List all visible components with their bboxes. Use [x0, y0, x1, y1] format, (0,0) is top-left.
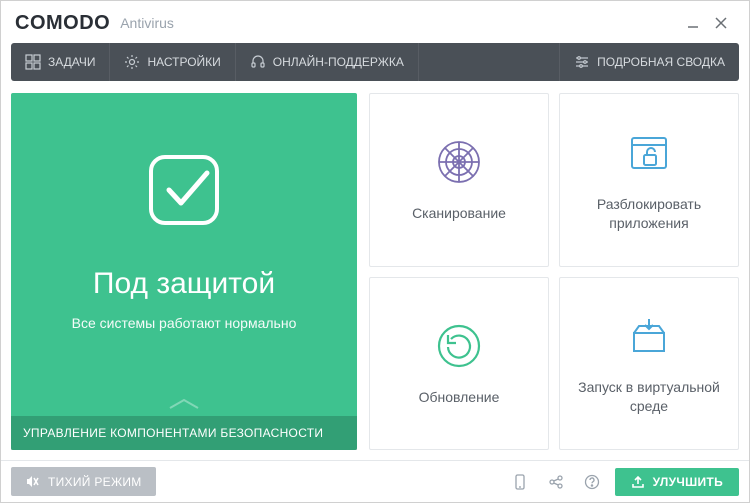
tile-unblock[interactable]: Разблокировать приложения — [559, 93, 739, 267]
main-toolbar: ЗАДАЧИ НАСТРОЙКИ ОНЛАЙН-ПОДДЕРЖКА ПОДРОБ… — [11, 43, 739, 81]
toolbar-settings-label: НАСТРОЙКИ — [147, 55, 220, 69]
main-content: Под защитой Все системы работают нормаль… — [1, 81, 749, 460]
manage-security-button[interactable]: УПРАВЛЕНИЕ КОМПОНЕНТАМИ БЕЗОПАСНОСТИ — [11, 416, 357, 450]
toolbar-summary[interactable]: ПОДРОБНАЯ СВОДКА — [559, 43, 739, 81]
help-icon[interactable] — [579, 469, 605, 495]
tasks-icon — [25, 54, 41, 70]
mute-icon — [25, 474, 40, 489]
manage-security-label: УПРАВЛЕНИЕ КОМПОНЕНТАМИ БЕЗОПАСНОСТИ — [23, 426, 323, 440]
upgrade-button[interactable]: УЛУЧШИТЬ — [615, 468, 739, 496]
silent-mode-label: ТИХИЙ РЕЖИМ — [48, 475, 142, 489]
chevron-up-icon — [166, 396, 202, 412]
toolbar-tasks-label: ЗАДАЧИ — [48, 55, 95, 69]
upgrade-label: УЛУЧШИТЬ — [653, 475, 723, 489]
action-tiles: Сканирование Разблокировать приложения — [369, 93, 739, 450]
share-icon[interactable] — [543, 469, 569, 495]
tile-scan[interactable]: Сканирование — [369, 93, 549, 267]
radar-icon — [433, 136, 485, 188]
sandbox-icon — [623, 310, 675, 362]
silent-mode-button[interactable]: ТИХИЙ РЕЖИМ — [11, 467, 156, 496]
product-name: Antivirus — [120, 15, 174, 31]
toolbar-tasks[interactable]: ЗАДАЧИ — [11, 43, 110, 81]
tile-virtual[interactable]: Запуск в виртуальной среде — [559, 277, 739, 451]
brand-logo: COMODO — [15, 12, 110, 35]
headset-icon — [250, 54, 266, 70]
toolbar-summary-label: ПОДРОБНАЯ СВОДКА — [597, 55, 725, 69]
tile-update-label: Обновление — [409, 388, 510, 407]
tile-scan-label: Сканирование — [402, 204, 516, 223]
minimize-button[interactable] — [679, 9, 707, 37]
upload-icon — [631, 475, 645, 489]
gear-icon — [124, 54, 140, 70]
tile-unblock-label: Разблокировать приложения — [560, 195, 738, 233]
toolbar-support[interactable]: ОНЛАЙН-ПОДДЕРЖКА — [236, 43, 419, 81]
close-button[interactable] — [707, 9, 735, 37]
status-subtitle: Все системы работают нормально — [72, 315, 297, 331]
toolbar-settings[interactable]: НАСТРОЙКИ — [110, 43, 235, 81]
bottom-bar: ТИХИЙ РЕЖИМ УЛУЧШИТЬ — [1, 460, 749, 502]
sliders-icon — [574, 54, 590, 70]
tile-virtual-label: Запуск в виртуальной среде — [560, 378, 738, 416]
tile-update[interactable]: Обновление — [369, 277, 549, 451]
toolbar-support-label: ОНЛАЙН-ПОДДЕРЖКА — [273, 55, 404, 69]
unlock-window-icon — [623, 127, 675, 179]
refresh-icon — [433, 320, 485, 372]
status-title: Под защитой — [93, 267, 275, 301]
mobile-icon[interactable] — [507, 469, 533, 495]
titlebar: COMODO Antivirus — [1, 1, 749, 43]
status-panel: Под защитой Все системы работают нормаль… — [11, 93, 357, 450]
protected-checkmark-icon — [129, 135, 239, 245]
